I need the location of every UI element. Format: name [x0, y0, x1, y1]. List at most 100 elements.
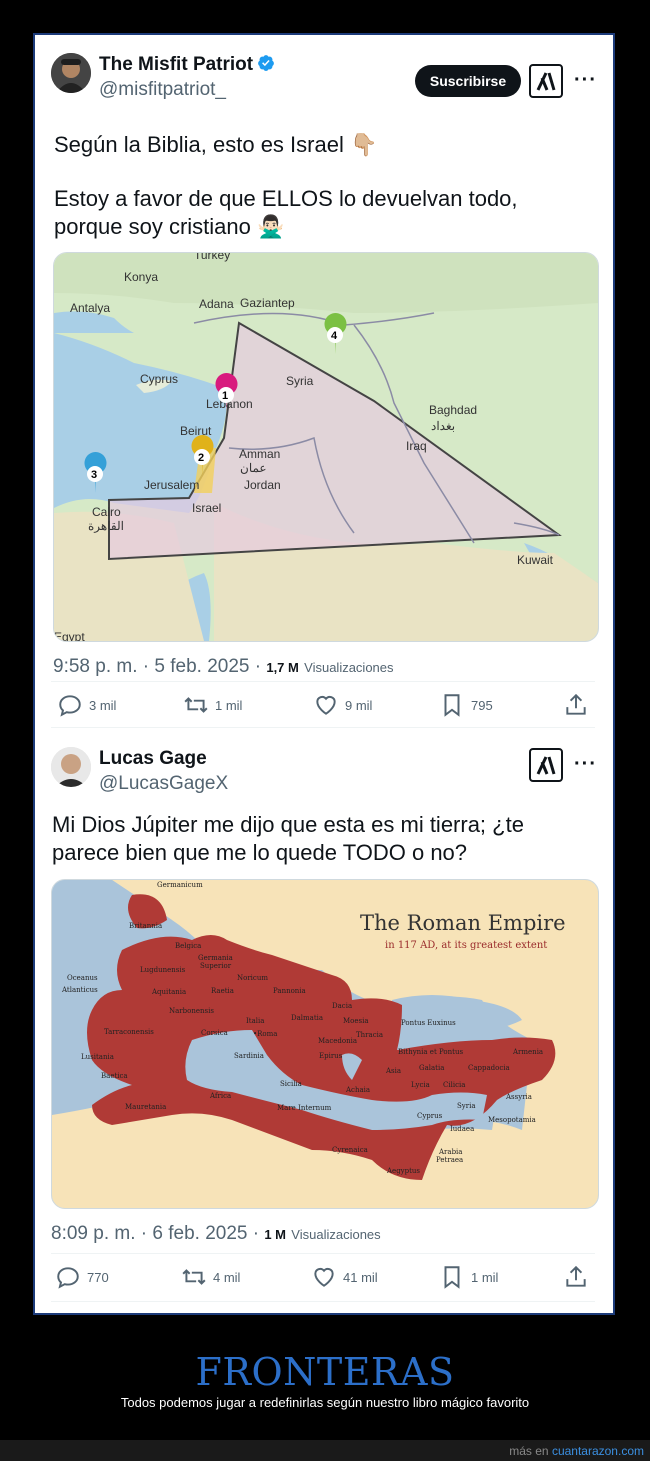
more-options-icon[interactable]: ···	[574, 753, 597, 776]
divider	[51, 727, 595, 728]
divider	[51, 1253, 595, 1254]
reply-icon	[59, 695, 81, 717]
label-egypt: Egypt	[54, 630, 85, 641]
repost-icon	[182, 1269, 206, 1285]
grok-icon[interactable]	[529, 748, 563, 782]
action-bar: 770 4 mil 41 mil 1 mil	[51, 1259, 595, 1295]
label-jerusalem: Jerusalem	[144, 478, 199, 492]
grok-icon[interactable]	[529, 64, 563, 98]
subscribe-button[interactable]: Suscribirse	[415, 65, 521, 97]
like-button[interactable]: 41 mil	[311, 1259, 378, 1295]
views-label: Visualizaciones	[304, 660, 394, 675]
map-image-roman-empire[interactable]: Germanicum Britannia Belgica Germania Su…	[51, 879, 599, 1209]
like-count: 9 mil	[345, 697, 373, 713]
label-cyprus: Cyprus	[417, 1112, 443, 1120]
label-superior: Superior	[200, 962, 232, 970]
timestamp-text[interactable]: 9:58 p. m. · 5 feb. 2025 ·	[53, 656, 266, 677]
share-button[interactable]	[563, 1259, 595, 1295]
label-moesia: Moesia	[343, 1017, 369, 1025]
avatar-image	[51, 747, 91, 787]
label-asia: Asia	[385, 1067, 401, 1075]
screenshot-frame: The Misfit Patriot @misfitpatriot_ Suscr…	[33, 33, 615, 1315]
timestamp-text[interactable]: 8:09 p. m. · 6 feb. 2025 ·	[51, 1223, 264, 1244]
label-cyrenaica: Cyrenaica	[332, 1146, 368, 1154]
pin-4-label: 4	[331, 330, 338, 342]
label-narbonensis: Narbonensis	[169, 1007, 214, 1015]
label-belgica: Belgica	[175, 942, 201, 950]
label-sardinia: Sardinia	[234, 1052, 264, 1060]
label-lycia: Lycia	[411, 1081, 430, 1089]
handle[interactable]: @misfitpatriot_	[99, 79, 226, 101]
site-link[interactable]: cuantarazon.com	[552, 1444, 644, 1458]
label-konya: Konya	[124, 270, 158, 284]
label-corsica: Corsica	[201, 1029, 228, 1037]
handle[interactable]: @LucasGageX	[99, 773, 228, 795]
label-roma: •Roma	[253, 1030, 277, 1038]
more-options-icon[interactable]: ···	[574, 69, 597, 92]
label-italia: Italia	[246, 1017, 264, 1025]
share-icon	[566, 693, 586, 715]
label-cappadocia: Cappadocia	[468, 1064, 510, 1072]
label-cilicia: Cilicia	[443, 1081, 465, 1089]
repost-count: 4 mil	[213, 1269, 241, 1285]
display-name-text[interactable]: The Misfit Patriot	[99, 54, 253, 75]
label-aquitania: Aquitania	[151, 988, 186, 996]
label-pannonia: Pannonia	[273, 987, 306, 995]
repost-button[interactable]: 4 mil	[181, 1259, 240, 1295]
label-aegyptus: Aegyptus	[386, 1167, 420, 1175]
label-armenia: Armenia	[512, 1048, 543, 1056]
share-button[interactable]	[563, 687, 595, 723]
action-bar: 3 mil 1 mil 9 mil 795	[51, 687, 595, 723]
avatar-image	[51, 53, 91, 93]
tweet-1: The Misfit Patriot @misfitpatriot_ Suscr…	[51, 49, 599, 729]
label-sicilia: Sicilia	[280, 1080, 302, 1088]
label-mesopotamia: Mesopotamia	[488, 1116, 536, 1124]
label-cyprus: Cyprus	[140, 372, 178, 386]
post-title: FRONTERAS	[195, 1350, 455, 1394]
site-credit: más en cuantarazon.com	[509, 1444, 644, 1458]
label-adana: Adana	[199, 297, 234, 311]
tweet-text-line-1: Mi Dios Júpiter me dijo que esta es mi t…	[52, 812, 524, 837]
reply-button[interactable]: 770	[55, 1259, 109, 1295]
label-tarraconensis: Tarraconensis	[104, 1028, 154, 1036]
display-name[interactable]: Lucas Gage	[99, 748, 207, 770]
bookmark-button[interactable]: 1 mil	[439, 1259, 498, 1295]
verified-badge-icon	[258, 55, 274, 71]
bookmark-icon	[444, 1266, 460, 1289]
label-beirut: Beirut	[180, 424, 212, 438]
label-oceanus: Oceanus	[67, 974, 98, 982]
label-baetica: Baetica	[101, 1072, 128, 1080]
bookmark-button[interactable]: 795	[439, 687, 493, 723]
roman-map-svg: Germanicum Britannia Belgica Germania Su…	[52, 880, 598, 1208]
avatar[interactable]	[51, 747, 91, 787]
label-turkey: Turkey	[194, 253, 230, 262]
label-amman-ar: عمان	[240, 461, 267, 475]
label-syria: Syria	[286, 374, 314, 388]
tweet-timestamp[interactable]: 9:58 p. m. · 5 feb. 2025 · 1,7 M Visuali…	[53, 656, 394, 678]
like-button[interactable]: 9 mil	[313, 687, 372, 723]
repost-button[interactable]: 1 mil	[183, 687, 242, 723]
repost-icon	[184, 697, 208, 713]
display-name[interactable]: The Misfit Patriot	[99, 54, 275, 76]
label-dacia: Dacia	[332, 1002, 352, 1010]
label-britannia: Britannia	[129, 922, 162, 930]
tweet-timestamp[interactable]: 8:09 p. m. · 6 feb. 2025 · 1 M Visualiza…	[51, 1223, 381, 1245]
bookmark-icon	[444, 694, 460, 717]
tweet-text-line-2: Estoy a favor de que ELLOS lo devuelvan …	[54, 186, 518, 211]
label-cairo: Cairo	[92, 505, 121, 519]
pin-1-label: 1	[222, 390, 228, 402]
map-image-israel[interactable]: Turkey Konya Antalya Adana Gaziantep Cyp…	[53, 252, 599, 642]
avatar[interactable]	[51, 53, 91, 93]
tweet-2: Lucas Gage @LucasGageX ··· Mi Dios Júpit…	[51, 745, 599, 1305]
label-assyria: Assyria	[505, 1093, 532, 1101]
label-galatia: Galatia	[419, 1064, 444, 1072]
like-count: 41 mil	[343, 1269, 378, 1285]
repost-count: 1 mil	[215, 697, 243, 713]
label-baghdad-ar: بغداد	[431, 419, 455, 433]
label-baghdad: Baghdad	[429, 403, 477, 417]
label-germanicum: Germanicum	[157, 881, 203, 889]
site-prefix: más en	[509, 1444, 552, 1458]
reply-button[interactable]: 3 mil	[57, 687, 116, 723]
label-petraea: Petraea	[436, 1156, 463, 1164]
label-gaziantep: Gaziantep	[240, 296, 295, 310]
